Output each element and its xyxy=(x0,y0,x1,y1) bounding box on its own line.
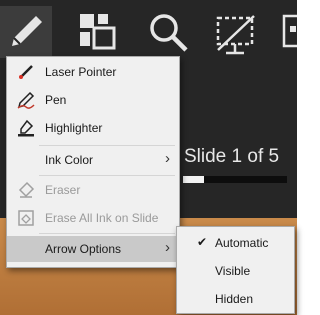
menu-item-label: Laser Pointer xyxy=(45,65,117,79)
zoom-magnifier-icon xyxy=(150,14,188,52)
menu-item-label: Arrow Options xyxy=(45,242,122,256)
submenu-item-automatic[interactable]: ✔ Automatic xyxy=(177,229,294,255)
checkmark-icon: ✔ xyxy=(197,235,208,249)
menu-item-label: Ink Color xyxy=(45,153,94,167)
menu-separator xyxy=(39,145,175,146)
highlighter-icon xyxy=(18,119,34,137)
menu-item-erase-all-ink[interactable]: Erase All Ink on Slide xyxy=(7,205,179,231)
pen-tool-button[interactable] xyxy=(0,6,52,58)
menu-item-label: Highlighter xyxy=(45,121,103,135)
subtitles-button[interactable] xyxy=(276,6,297,58)
submenu-item-visible[interactable]: Visible xyxy=(177,257,294,283)
submenu-item-label: Automatic xyxy=(215,236,269,250)
menu-separator xyxy=(39,175,175,176)
menu-separator xyxy=(39,233,175,234)
slide-progress-fill xyxy=(183,176,204,183)
see-all-slides-icon xyxy=(80,14,116,50)
menu-item-label: Erase All Ink on Slide xyxy=(45,211,159,225)
arrow-options-submenu: ✔ Automatic Visible Hidden xyxy=(176,226,295,314)
submenu-item-label: Visible xyxy=(215,264,251,278)
pointer-options-menu: Laser Pointer Pen Highlighter Ink Color … xyxy=(6,56,180,268)
menu-item-label: Eraser xyxy=(45,183,81,197)
eraser-icon xyxy=(18,181,35,198)
see-all-slides-button[interactable] xyxy=(72,6,124,58)
menu-item-pen[interactable]: Pen xyxy=(7,87,179,113)
screen-toggle-icon xyxy=(216,15,255,55)
chevron-right-icon: › xyxy=(165,239,170,256)
slide-progress-bar xyxy=(183,176,287,183)
submenu-item-label: Hidden xyxy=(215,292,254,306)
menu-item-label: Pen xyxy=(45,93,67,107)
pen-icon xyxy=(12,16,42,46)
zoom-button[interactable] xyxy=(142,6,194,58)
menu-item-arrow-options[interactable]: Arrow Options › xyxy=(7,236,179,262)
pen-icon xyxy=(17,91,35,109)
slide-counter: Slide 1 of 5 xyxy=(184,146,280,167)
menu-item-highlighter[interactable]: Highlighter xyxy=(7,115,179,141)
subtitles-icon xyxy=(282,14,297,48)
erase-all-icon xyxy=(18,210,34,226)
laser-pointer-icon xyxy=(19,65,33,79)
menu-item-eraser[interactable]: Eraser xyxy=(7,177,179,203)
menu-item-laser-pointer[interactable]: Laser Pointer xyxy=(7,59,179,85)
submenu-item-hidden[interactable]: Hidden xyxy=(177,285,294,311)
menu-item-ink-color[interactable]: Ink Color › xyxy=(7,147,179,173)
black-screen-button[interactable] xyxy=(208,6,260,58)
chevron-right-icon: › xyxy=(165,150,170,167)
